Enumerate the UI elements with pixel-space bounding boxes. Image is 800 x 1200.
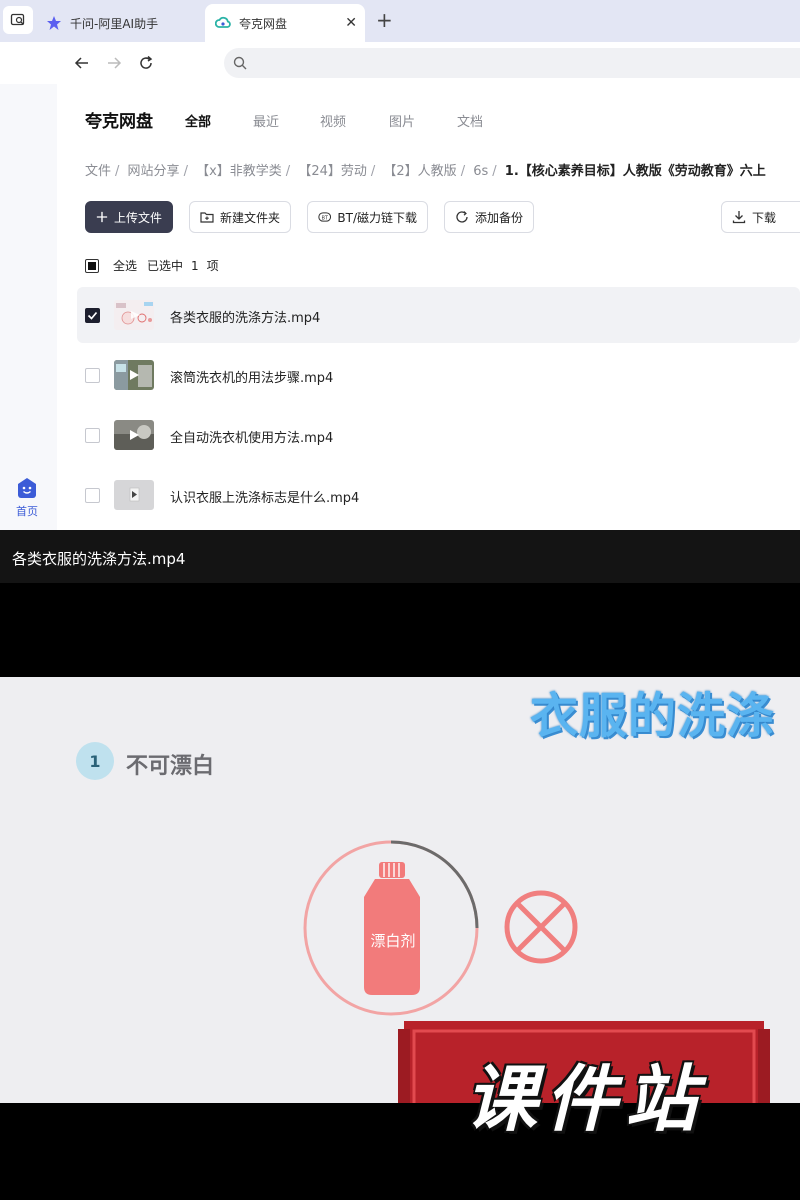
plus-icon bbox=[96, 211, 108, 223]
category-tab-video[interactable]: 视频 bbox=[320, 111, 346, 130]
breadcrumb-item[interactable]: 【2】人教版 bbox=[383, 164, 456, 179]
file-checkbox[interactable] bbox=[85, 488, 100, 503]
bt-magnet-icon: BT bbox=[318, 212, 332, 222]
video-thumbnail bbox=[114, 300, 154, 330]
selected-prefix: 已选中 bbox=[147, 259, 184, 273]
add-backup-button[interactable]: 添加备份 bbox=[444, 201, 534, 233]
new-folder-label: 新建文件夹 bbox=[219, 210, 280, 225]
download-button[interactable]: 下载 bbox=[721, 201, 800, 233]
search-icon bbox=[233, 56, 247, 70]
category-tab-recent[interactable]: 最近 bbox=[253, 111, 279, 130]
upload-label: 上传文件 bbox=[113, 210, 162, 225]
file-row[interactable]: 滚筒洗衣机的用法步骤.mp4 bbox=[77, 347, 800, 403]
home-nav-icon[interactable] bbox=[15, 476, 39, 500]
check-icon bbox=[87, 311, 98, 320]
qianwen-star-icon bbox=[46, 15, 62, 31]
svg-text:BT: BT bbox=[321, 216, 328, 222]
file-row[interactable]: 各类衣服的洗涤方法.mp4 bbox=[77, 287, 800, 343]
video-thumbnail bbox=[114, 420, 154, 450]
bleach-bottle-label: 漂白剂 bbox=[370, 932, 416, 950]
new-tab-button[interactable]: + bbox=[376, 9, 393, 31]
download-label: 下载 bbox=[752, 210, 777, 225]
tab-search-icon bbox=[10, 13, 25, 26]
reload-icon bbox=[140, 55, 153, 69]
breadcrumb-current: 1.【核心素养目标】人教版《劳动教育》六上 bbox=[504, 164, 766, 179]
arrow-right-icon bbox=[108, 57, 122, 69]
file-checkbox[interactable] bbox=[85, 428, 100, 443]
home-nav-label[interactable]: 首页 bbox=[0, 503, 54, 519]
file-checkbox[interactable] bbox=[85, 308, 100, 323]
category-tab-image[interactable]: 图片 bbox=[389, 111, 415, 130]
backup-sync-icon bbox=[456, 211, 468, 223]
step-number-badge: 1 bbox=[76, 742, 114, 780]
quark-cloud-icon bbox=[215, 15, 231, 31]
select-all-checkbox[interactable] bbox=[85, 258, 99, 273]
file-name[interactable]: 全自动洗衣机使用方法.mp4 bbox=[170, 427, 333, 446]
breadcrumb: 文件 / 网站分享 / 【x】非教学类 / 【24】劳动 / 【2】人教版/ 6s/ 1… bbox=[85, 164, 766, 179]
file-name[interactable]: 各类衣服的洗涤方法.mp4 bbox=[170, 307, 320, 326]
category-tab-document[interactable]: 文档 bbox=[457, 111, 483, 130]
video-thumbnail bbox=[114, 480, 154, 510]
browser-tab-strip: 千问-阿里AI助手 夸克网盘 ✕ + bbox=[0, 0, 800, 42]
breadcrumb-item[interactable]: 网站分享 bbox=[128, 164, 180, 179]
address-bar[interactable] bbox=[224, 48, 800, 78]
file-row[interactable]: 全自动洗衣机使用方法.mp4 bbox=[77, 407, 800, 463]
app-left-rail bbox=[0, 84, 57, 530]
video-thumbnail bbox=[114, 360, 154, 390]
download-icon bbox=[732, 211, 746, 224]
select-all-label[interactable]: 全选 bbox=[113, 257, 137, 274]
breadcrumb-item[interactable]: 【24】劳动 bbox=[298, 164, 367, 179]
selection-bar: 全选 已选中 1 项 bbox=[85, 257, 219, 274]
upload-button[interactable]: 上传文件 bbox=[85, 201, 173, 233]
new-folder-button[interactable]: 新建文件夹 bbox=[189, 201, 291, 233]
player-title: 各类衣服的洗涤方法.mp4 bbox=[12, 550, 186, 568]
file-name[interactable]: 滚筒洗衣机的用法步骤.mp4 bbox=[170, 367, 333, 386]
close-tab-icon[interactable]: ✕ bbox=[345, 15, 357, 31]
tab-search-button[interactable] bbox=[3, 6, 33, 34]
reload-button[interactable] bbox=[134, 51, 158, 75]
bt-download-label: BT/磁力链下载 bbox=[337, 210, 417, 225]
file-name[interactable]: 认识衣服上洗涤标志是什么.mp4 bbox=[170, 487, 359, 506]
breadcrumb-item[interactable]: 6s bbox=[473, 164, 488, 179]
new-folder-icon bbox=[200, 212, 214, 223]
tab-label: 夸克网盘 bbox=[239, 16, 288, 31]
bleach-bottle-cap bbox=[379, 862, 405, 878]
forward-button[interactable] bbox=[102, 51, 126, 75]
tab-quark-drive[interactable]: 夸克网盘 ✕ bbox=[205, 4, 365, 42]
arrow-left-icon bbox=[74, 57, 88, 69]
tab-label: 千问-阿里AI助手 bbox=[70, 16, 159, 31]
file-row[interactable]: 认识衣服上洗涤标志是什么.mp4 bbox=[77, 467, 800, 523]
file-checkbox[interactable] bbox=[85, 368, 100, 383]
app-brand: 夸克网盘 bbox=[85, 112, 153, 132]
video-heading: 衣服的洗涤 bbox=[530, 688, 776, 744]
selected-unit: 项 bbox=[206, 259, 219, 273]
tab-qianwen[interactable]: 千问-阿里AI助手 bbox=[36, 4, 202, 42]
bt-download-button[interactable]: BT BT/磁力链下载 bbox=[307, 201, 428, 233]
back-button[interactable] bbox=[70, 51, 94, 75]
breadcrumb-item[interactable]: 【x】非教学类 bbox=[196, 164, 282, 179]
category-tab-all[interactable]: 全部 bbox=[185, 111, 211, 130]
add-backup-label: 添加备份 bbox=[474, 210, 523, 225]
breadcrumb-item[interactable]: 文件 bbox=[85, 164, 111, 179]
selected-count: 1 bbox=[191, 258, 199, 273]
step-label: 不可漂白 bbox=[126, 754, 215, 779]
watermark-text: 课件站 bbox=[464, 1057, 705, 1141]
